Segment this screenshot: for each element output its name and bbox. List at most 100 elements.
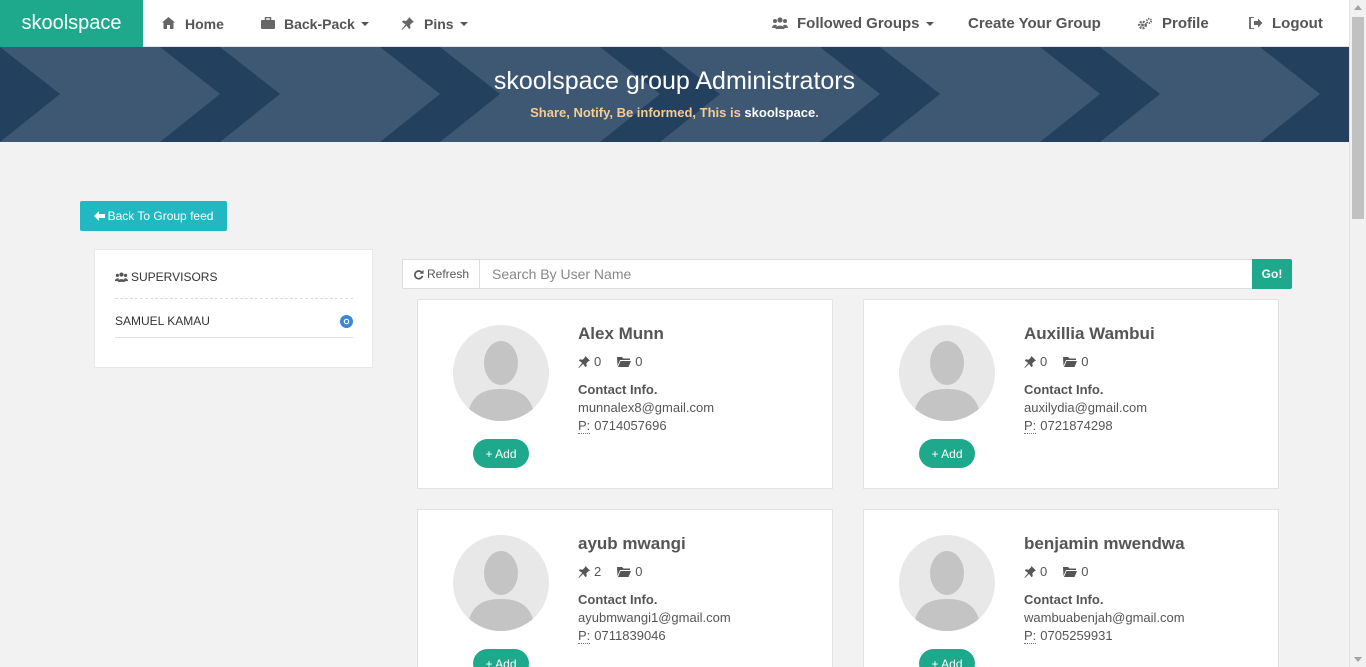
contact-info-label: Contact Info.: [578, 592, 658, 607]
add-user-button[interactable]: + Add: [473, 439, 529, 468]
nav-profile[interactable]: Profile: [1137, 0, 1209, 47]
subtitle-period: .: [815, 105, 819, 120]
user-phone: P: 0705259931: [1024, 628, 1113, 644]
home-icon: [162, 16, 176, 31]
supervisors-heading: SUPERVISORS: [115, 270, 217, 284]
add-user-button[interactable]: + Add: [919, 649, 975, 667]
user-email: wambuabenjah@gmail.com: [1024, 610, 1185, 625]
phone-prefix: P:: [1024, 418, 1037, 434]
folder-count: 0: [635, 354, 643, 369]
pushpin-icon: [1024, 355, 1036, 368]
brand-logo[interactable]: skoolspace: [0, 0, 143, 47]
user-email: munnalex8@gmail.com: [578, 400, 715, 415]
users-icon: [115, 272, 128, 282]
folder-icon: [617, 566, 632, 577]
page-subtitle: Share, Notify, Be informed, This is skoo…: [0, 105, 1349, 120]
pin-count: 0: [1040, 564, 1048, 579]
nav-home[interactable]: Home: [162, 0, 224, 47]
folder-count: 0: [1081, 354, 1089, 369]
nav-create-group-label: Create Your Group: [968, 15, 1101, 32]
subtitle-text: Share, Notify, Be informed, This is: [530, 105, 745, 120]
nav-logout[interactable]: Logout: [1249, 0, 1323, 47]
nav-pins[interactable]: Pins: [401, 0, 468, 47]
back-to-group-feed-button[interactable]: Back To Group feed: [80, 201, 227, 231]
folder-count: 0: [1081, 564, 1089, 579]
pin-count: 2: [594, 564, 602, 579]
refresh-button[interactable]: Refresh: [402, 259, 480, 289]
supervisors-heading-label: SUPERVISORS: [131, 270, 218, 284]
user-email: ayubmwangi1@gmail.com: [578, 610, 731, 625]
page-scrollbar[interactable]: [1349, 0, 1366, 667]
user-phone: P: 0714057696: [578, 418, 667, 434]
user-name[interactable]: benjamin mwendwa: [1024, 534, 1185, 554]
pushpin-icon: [1024, 565, 1036, 578]
avatar: [899, 535, 995, 631]
supervisor-info-icon[interactable]: [340, 315, 353, 328]
arrow-left-icon: [93, 211, 105, 221]
add-user-button[interactable]: + Add: [473, 649, 529, 667]
nav-profile-label: Profile: [1162, 15, 1209, 32]
pushpin-icon: [401, 16, 415, 31]
nav-followed-groups[interactable]: Followed Groups: [772, 0, 934, 47]
nav-pins-label: Pins: [424, 15, 454, 32]
divider: [115, 337, 353, 338]
page-banner: skoolspace group Administrators Share, N…: [0, 47, 1349, 142]
supervisor-name[interactable]: SAMUEL KAMAU: [115, 314, 210, 328]
nav-create-group[interactable]: Create Your Group: [968, 0, 1101, 47]
folder-icon: [1063, 356, 1078, 367]
user-card: + Add Auxillia Wambui 0 0 Contact Info. …: [863, 299, 1279, 489]
contact-info-label: Contact Info.: [1024, 592, 1104, 607]
avatar: [899, 325, 995, 421]
avatar: [453, 535, 549, 631]
pin-count: 0: [594, 354, 602, 369]
phone-number: 0721874298: [1040, 418, 1113, 433]
back-button-label: Back To Group feed: [107, 209, 214, 223]
user-stats: 0 0: [578, 354, 658, 369]
pushpin-icon: [578, 355, 590, 368]
pin-count: 0: [1040, 354, 1048, 369]
briefcase-icon: [261, 16, 275, 31]
logout-icon: [1249, 16, 1263, 31]
chevron-down-icon: [360, 21, 369, 26]
supervisors-panel: SUPERVISORS SAMUEL KAMAU: [94, 249, 373, 368]
user-name[interactable]: ayub mwangi: [578, 534, 686, 554]
refresh-label: Refresh: [426, 267, 470, 281]
gears-icon: [1137, 17, 1153, 31]
chevron-down-icon: [925, 21, 934, 26]
phone-number: 0705259931: [1040, 628, 1113, 643]
pushpin-icon: [578, 565, 590, 578]
add-user-button[interactable]: + Add: [919, 439, 975, 468]
user-card: + Add benjamin mwendwa 0 0 Contact Info.…: [863, 509, 1279, 667]
nav-backpack[interactable]: Back-Pack: [261, 0, 369, 47]
user-stats: 0 0: [1024, 354, 1104, 369]
search-input[interactable]: [479, 259, 1253, 289]
chevron-down-icon: [459, 21, 468, 26]
folder-icon: [1063, 566, 1078, 577]
search-go-button[interactable]: Go!: [1252, 259, 1292, 289]
folder-count: 0: [635, 564, 643, 579]
user-email: auxilydia@gmail.com: [1024, 400, 1148, 415]
user-phone: P: 0711839046: [578, 628, 666, 644]
phone-prefix: P:: [578, 628, 591, 644]
user-name[interactable]: Auxillia Wambui: [1024, 324, 1155, 344]
scrollbar-thumb[interactable]: [1352, 17, 1364, 219]
nav-followed-groups-label: Followed Groups: [797, 15, 920, 32]
phone-prefix: P:: [578, 418, 591, 434]
scroll-up-arrow-icon[interactable]: [1354, 5, 1362, 10]
avatar: [453, 325, 549, 421]
user-card: + Add Alex Munn 0 0 Contact Info. munnal…: [417, 299, 833, 489]
phone-prefix: P:: [1024, 628, 1037, 644]
user-stats: 0 0: [1024, 564, 1104, 579]
users-icon: [772, 16, 788, 31]
user-phone: P: 0721874298: [1024, 418, 1113, 434]
scroll-down-arrow-icon[interactable]: [1354, 657, 1362, 662]
phone-number: 0714057696: [594, 418, 667, 433]
phone-number: 0711839046: [594, 628, 666, 643]
user-name[interactable]: Alex Munn: [578, 324, 664, 344]
divider: [115, 298, 353, 299]
contact-info-label: Contact Info.: [578, 382, 658, 397]
top-navbar: skoolspace Home Back-Pack Pins Followed …: [0, 0, 1349, 47]
nav-home-label: Home: [185, 15, 224, 32]
nav-logout-label: Logout: [1272, 15, 1323, 32]
user-card: + Add ayub mwangi 2 0 Contact Info. ayub…: [417, 509, 833, 667]
